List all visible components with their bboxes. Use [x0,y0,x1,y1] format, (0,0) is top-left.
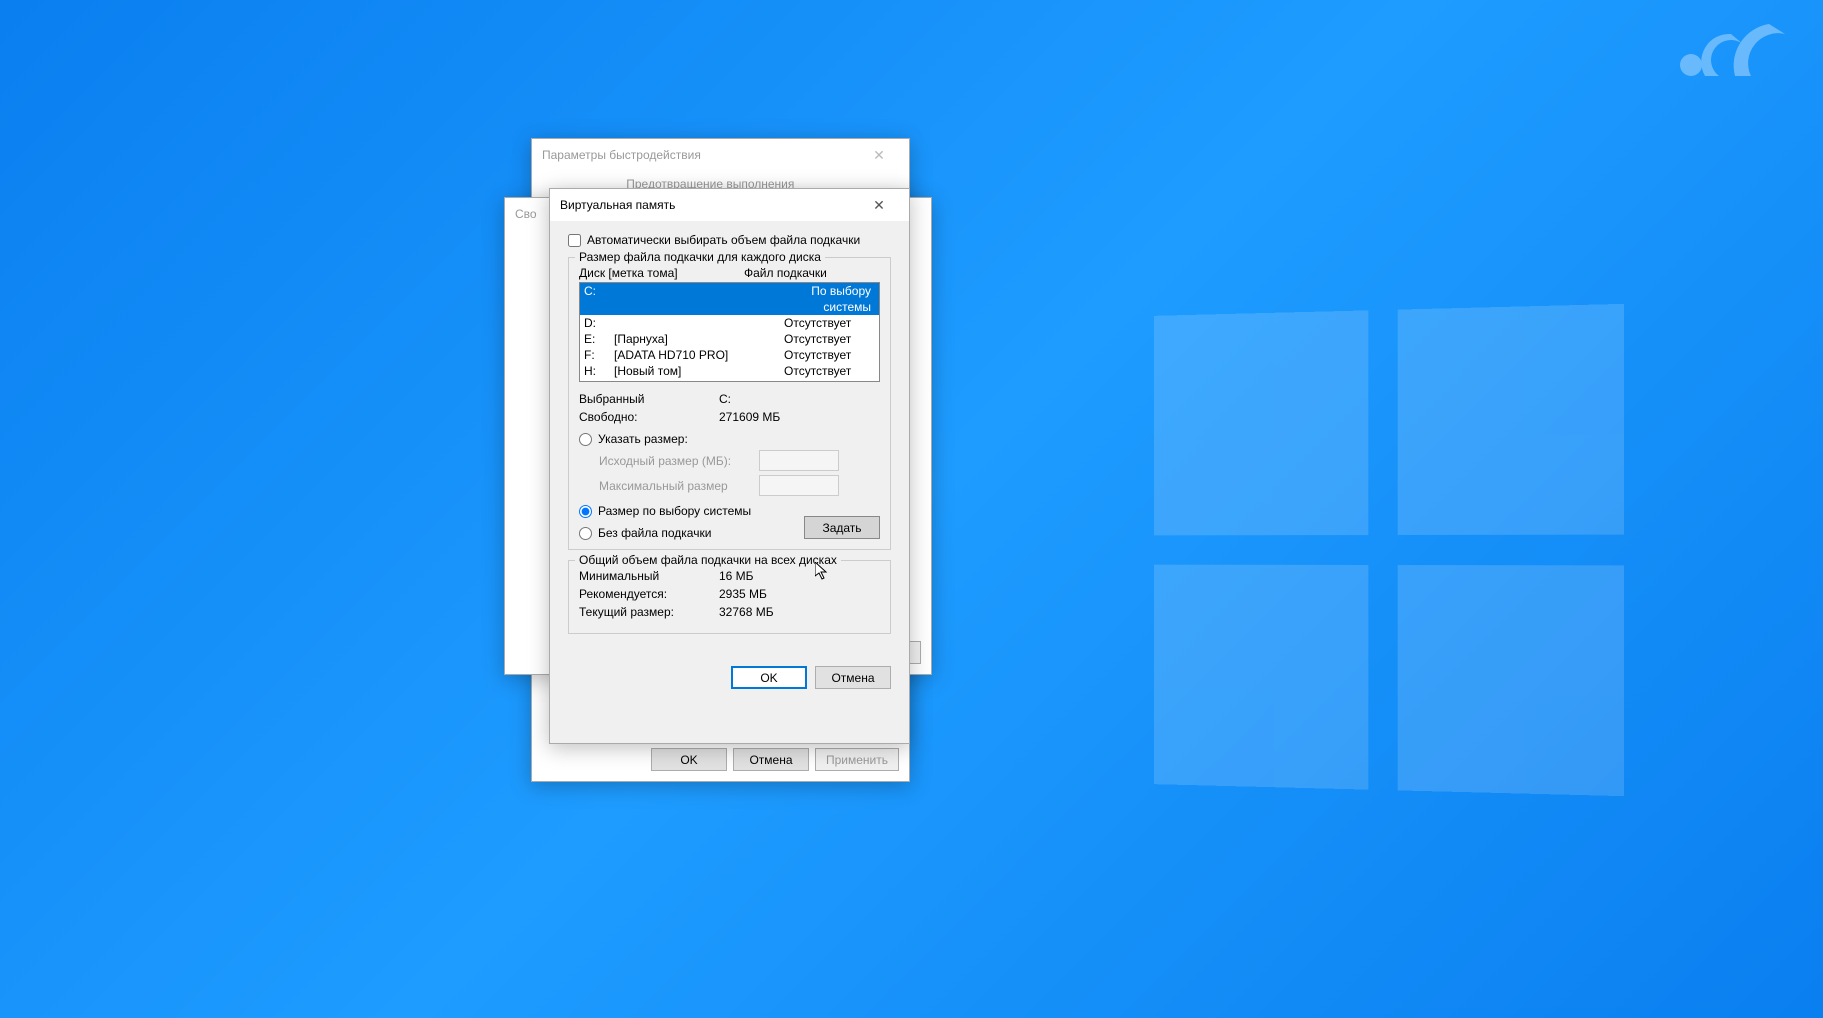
radio-none-label: Без файла подкачки [598,526,711,540]
drive-pagefile: Отсутствует [784,347,875,363]
vm-ok-button[interactable]: OK [731,666,807,689]
cur-label: Текущий размер: [579,605,719,619]
col-page-label: Файл подкачки [744,266,880,280]
drive-letter: D: [584,315,614,331]
free-space-value: 271609 МБ [719,410,880,424]
drive-row[interactable]: H:[Новый том]Отсутствует [580,363,879,379]
drive-letter: C: [584,283,614,315]
drive-letter: H: [584,363,614,379]
initial-size-input [759,450,839,471]
cur-value: 32768 МБ [719,605,774,619]
per-drive-groupbox: Размер файла подкачки для каждого диска … [568,257,891,550]
drive-list[interactable]: C:По выбору системыD:ОтсутствуетE:[Парну… [579,282,880,382]
drive-row[interactable]: E:[Парнуха]Отсутствует [580,331,879,347]
drive-letter: F: [584,347,614,363]
radio-system-label: Размер по выбору системы [598,504,751,518]
auto-manage-label: Автоматически выбирать объем файла подка… [587,233,860,247]
min-value: 16 МБ [719,569,754,583]
perf-ok-button[interactable]: OK [651,748,727,771]
drive-list-header: Диск [метка тома] Файл подкачки [579,266,880,280]
auto-manage-checkbox[interactable] [568,234,581,247]
max-size-label: Максимальный размер [599,479,759,493]
watermark-logo [1673,20,1793,85]
close-icon[interactable]: ✕ [859,195,899,215]
perf-titlebar: Параметры быстродействия ✕ [532,139,909,171]
drive-pagefile: По выбору системы [784,283,875,315]
drive-label: [Новый том] [614,363,784,379]
max-size-input [759,475,839,496]
rec-value: 2935 МБ [719,587,767,601]
drive-label: [Парнуха] [614,331,784,347]
virtual-memory-dialog: Виртуальная память ✕ Автоматически выбир… [549,188,910,744]
totals-title: Общий объем файла подкачки на всех диска… [575,553,841,567]
radio-system-managed[interactable] [579,505,592,518]
perf-title: Параметры быстродействия [542,148,859,162]
drive-letter: E: [584,331,614,347]
col-drive-label: Диск [метка тома] [579,266,744,280]
drive-row[interactable]: C: По выбору системы [580,283,879,315]
selected-drive-label: Выбранный [579,392,719,406]
drive-label: [ADATA HD710 PRO] [614,347,784,363]
drive-pagefile: Отсутствует [784,315,875,331]
vm-titlebar: Виртуальная память ✕ [550,189,909,221]
totals-groupbox: Общий объем файла подкачки на всех диска… [568,560,891,634]
set-button[interactable]: Задать [804,516,880,539]
per-drive-title: Размер файла подкачки для каждого диска [575,250,825,264]
vm-cancel-button[interactable]: Отмена [815,666,891,689]
drive-row[interactable]: F:[ADATA HD710 PRO]Отсутствует [580,347,879,363]
min-label: Минимальный [579,569,719,583]
close-icon[interactable]: ✕ [859,145,899,165]
selected-drive-value: C: [719,392,880,406]
radio-custom-label: Указать размер: [598,432,688,446]
radio-no-pagefile[interactable] [579,527,592,540]
initial-size-label: Исходный размер (МБ): [599,454,759,468]
windows-logo-background [1154,304,1624,796]
drive-pagefile: Отсутствует [784,363,875,379]
perf-apply-button: Применить [815,748,899,771]
drive-label [614,283,784,315]
vm-title: Виртуальная память [560,198,859,212]
perf-cancel-button[interactable]: Отмена [733,748,809,771]
drive-row[interactable]: D: Отсутствует [580,315,879,331]
radio-custom-size[interactable] [579,433,592,446]
rec-label: Рекомендуется: [579,587,719,601]
free-space-label: Свободно: [579,410,719,424]
drive-label [614,315,784,331]
drive-pagefile: Отсутствует [784,331,875,347]
